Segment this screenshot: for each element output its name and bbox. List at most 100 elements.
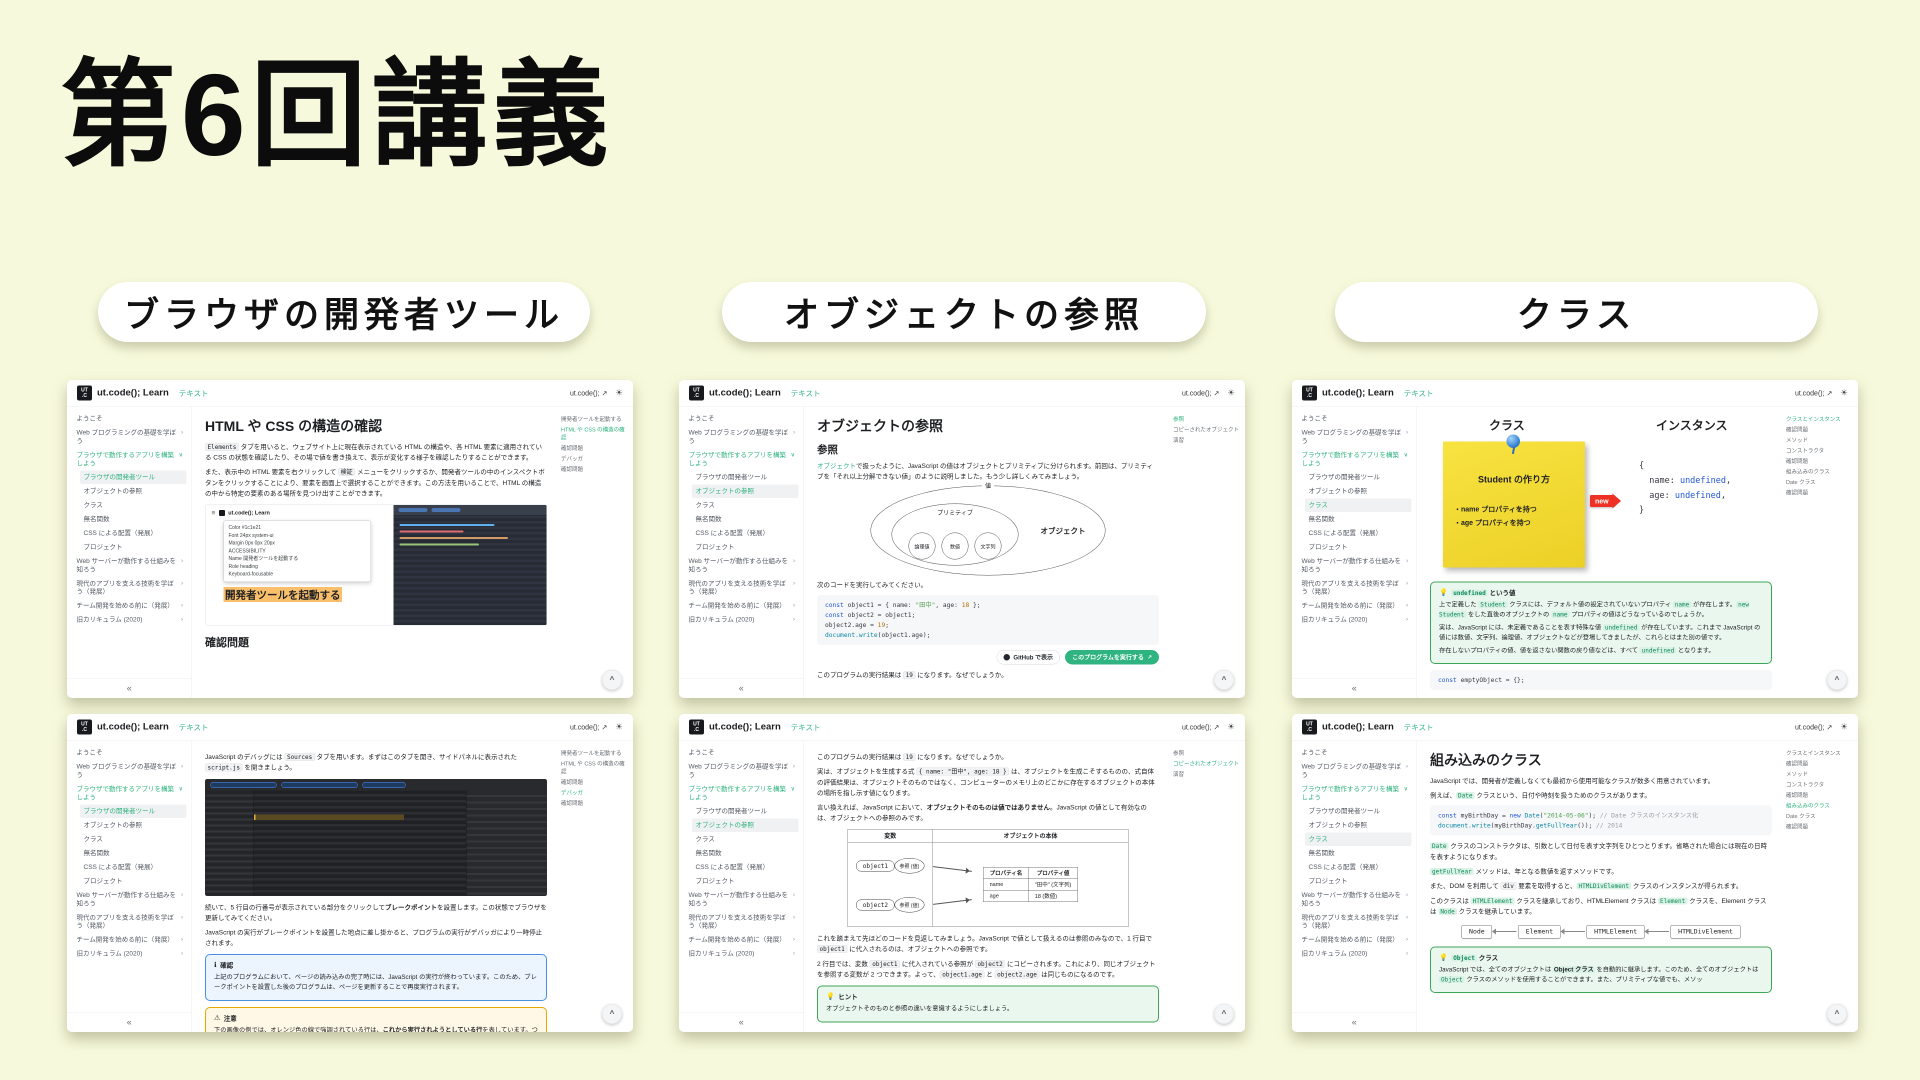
sidebar-item[interactable]: オブジェクトの参照 — [80, 819, 187, 832]
sidebar-collapse-button[interactable]: « — [1292, 1012, 1417, 1032]
site-brand-link[interactable]: ut.code(); Learn — [1322, 388, 1394, 399]
site-brand-link[interactable]: ut.code(); Learn — [97, 388, 169, 399]
toc-link[interactable]: 確認問題 — [561, 445, 628, 453]
run-program-button[interactable]: このプログラムを実行する↗ — [1065, 650, 1159, 665]
light-mode-toggle-icon[interactable]: ☀ — [615, 722, 623, 732]
toc-link[interactable]: デバッガ — [561, 789, 628, 797]
external-site-link[interactable]: ut.code(); ↗ — [1795, 389, 1832, 398]
sidebar-item[interactable]: ブラウザで動作するアプリを構築しよう∨ — [685, 782, 799, 804]
sidebar-item[interactable]: ブラウザの開発者ツール — [80, 471, 187, 484]
sidebar-item[interactable]: CSS による配置（発展） — [1305, 861, 1412, 874]
toc-link[interactable]: 確認問題 — [1786, 458, 1853, 466]
sidebar-item[interactable]: クラス — [80, 833, 187, 846]
sidebar-item[interactable]: プロジェクト — [1305, 874, 1412, 887]
sidebar-collapse-button[interactable]: « — [1292, 678, 1417, 698]
toc-link[interactable]: 演習 — [1173, 771, 1240, 779]
sidebar-item[interactable]: ブラウザの開発者ツール — [692, 471, 799, 484]
sidebar-item[interactable]: オブジェクトの参照 — [1305, 485, 1412, 498]
toc-link[interactable]: メソッド — [1786, 437, 1853, 445]
sidebar-item[interactable]: 旧カリキュラム (2020)› — [685, 613, 799, 626]
external-site-link[interactable]: ut.code(); ↗ — [1182, 389, 1219, 398]
toc-link[interactable]: コンストラクタ — [1786, 781, 1853, 789]
sidebar-item[interactable]: クラス — [692, 499, 799, 512]
sidebar-item[interactable]: プロジェクト — [692, 874, 799, 887]
sidebar-item[interactable]: 旧カリキュラム (2020)› — [73, 947, 187, 960]
light-mode-toggle-icon[interactable]: ☀ — [1227, 388, 1235, 398]
sidebar-item[interactable]: ようこそ — [73, 746, 187, 759]
sidebar-item[interactable]: 現代のアプリを支える技術を学ぼう（発展）› — [685, 911, 799, 933]
sidebar-item[interactable]: チーム開発を始める前に（発展）› — [685, 599, 799, 612]
toc-link[interactable]: クラスとインスタンス — [1786, 750, 1853, 758]
sidebar-item[interactable]: ブラウザで動作するアプリを構築しよう∨ — [685, 448, 799, 470]
external-site-link[interactable]: ut.code(); ↗ — [570, 723, 607, 732]
sidebar-item[interactable]: Web サーバーが動作する仕組みを知ろう› — [1298, 888, 1412, 910]
nav-text-link[interactable]: テキスト — [179, 722, 209, 733]
sidebar-item[interactable]: チーム開発を始める前に（発展）› — [685, 933, 799, 946]
toc-link[interactable]: メソッド — [1786, 771, 1853, 779]
sidebar-item[interactable]: Web プログラミングの基礎を学ぼう› — [1298, 760, 1412, 782]
sidebar-item[interactable]: ブラウザで動作するアプリを構築しよう∨ — [1298, 782, 1412, 804]
sidebar-item[interactable]: Web サーバーが動作する仕組みを知ろう› — [685, 554, 799, 576]
toc-link[interactable]: HTML や CSS の構造の確認 — [561, 426, 628, 442]
light-mode-toggle-icon[interactable]: ☀ — [1840, 388, 1848, 398]
sidebar-item[interactable]: CSS による配置（発展） — [1305, 527, 1412, 540]
sidebar-item[interactable]: 無名関数 — [692, 847, 799, 860]
sidebar-item[interactable]: プロジェクト — [80, 874, 187, 887]
inline-link[interactable]: オブジェクト — [817, 462, 856, 470]
external-site-link[interactable]: ut.code(); ↗ — [1795, 723, 1832, 732]
scroll-top-button[interactable]: ^ — [1827, 670, 1847, 690]
toc-link[interactable]: クラスとインスタンス — [1786, 416, 1853, 424]
sidebar-item[interactable]: 旧カリキュラム (2020)› — [685, 947, 799, 960]
sidebar-collapse-button[interactable]: « — [679, 1012, 804, 1032]
sidebar-item[interactable]: クラス — [1305, 499, 1412, 512]
sidebar-item[interactable]: プロジェクト — [80, 540, 187, 553]
sidebar-item[interactable]: 旧カリキュラム (2020)› — [1298, 613, 1412, 626]
nav-text-link[interactable]: テキスト — [1404, 722, 1434, 733]
sidebar-item[interactable]: ブラウザで動作するアプリを構築しよう∨ — [1298, 448, 1412, 470]
sidebar-item[interactable]: Web サーバーが動作する仕組みを知ろう› — [685, 888, 799, 910]
site-brand-link[interactable]: ut.code(); Learn — [709, 722, 781, 733]
light-mode-toggle-icon[interactable]: ☀ — [1840, 722, 1848, 732]
sidebar-item[interactable]: チーム開発を始める前に（発展）› — [73, 933, 187, 946]
sidebar-item[interactable]: ようこそ — [685, 746, 799, 759]
toc-link[interactable]: 確認問題 — [1786, 426, 1853, 434]
sidebar-collapse-button[interactable]: « — [679, 678, 804, 698]
sidebar-item[interactable]: CSS による配置（発展） — [80, 861, 187, 874]
toc-link[interactable]: 参照 — [1173, 416, 1240, 424]
sidebar-item[interactable]: プロジェクト — [692, 540, 799, 553]
toc-link[interactable]: HTML や CSS の構造の確認 — [561, 760, 628, 776]
toc-link[interactable]: 確認問題 — [561, 466, 628, 474]
toc-link[interactable]: 確認問題 — [1786, 489, 1853, 497]
sidebar-item[interactable]: オブジェクトの参照 — [692, 819, 799, 832]
sidebar-item[interactable]: 旧カリキュラム (2020)› — [1298, 947, 1412, 960]
nav-text-link[interactable]: テキスト — [179, 388, 209, 399]
sidebar-item[interactable]: ブラウザの開発者ツール — [692, 805, 799, 818]
toc-link[interactable]: コピーされたオブジェクト — [1173, 760, 1240, 768]
sidebar-item[interactable]: ようこそ — [73, 412, 187, 425]
site-brand-link[interactable]: ut.code(); Learn — [97, 722, 169, 733]
sidebar-item[interactable]: Web プログラミングの基礎を学ぼう› — [73, 760, 187, 782]
sidebar-item[interactable]: ブラウザの開発者ツール — [1305, 805, 1412, 818]
sidebar-item[interactable]: 現代のアプリを支える技術を学ぼう（発展）› — [73, 911, 187, 933]
sidebar-item[interactable]: チーム開発を始める前に（発展）› — [73, 599, 187, 612]
sidebar-item[interactable]: 旧カリキュラム (2020)› — [73, 613, 187, 626]
sidebar-item[interactable]: CSS による配置（発展） — [692, 861, 799, 874]
nav-text-link[interactable]: テキスト — [1404, 388, 1434, 399]
light-mode-toggle-icon[interactable]: ☀ — [615, 388, 623, 398]
sidebar-item[interactable]: Web サーバーが動作する仕組みを知ろう› — [1298, 554, 1412, 576]
sidebar-item[interactable]: 無名関数 — [1305, 513, 1412, 526]
toc-link[interactable]: 参照 — [1173, 750, 1240, 758]
sidebar-item[interactable]: Web プログラミングの基礎を学ぼう› — [1298, 426, 1412, 448]
sidebar-item[interactable]: Web プログラミングの基礎を学ぼう› — [685, 426, 799, 448]
scroll-top-button[interactable]: ^ — [602, 670, 622, 690]
sidebar-item[interactable]: 無名関数 — [1305, 847, 1412, 860]
sidebar-item[interactable]: Web プログラミングの基礎を学ぼう› — [73, 426, 187, 448]
sidebar-collapse-button[interactable]: « — [67, 678, 192, 698]
sidebar-item[interactable]: ようこそ — [685, 412, 799, 425]
toc-link[interactable]: コピーされたオブジェクト — [1173, 426, 1240, 434]
sidebar-item[interactable]: クラス — [692, 833, 799, 846]
sidebar-item[interactable]: ブラウザの開発者ツール — [80, 805, 187, 818]
sidebar-item[interactable]: ブラウザの開発者ツール — [1305, 471, 1412, 484]
sidebar-item[interactable]: 無名関数 — [80, 513, 187, 526]
external-site-link[interactable]: ut.code(); ↗ — [1182, 723, 1219, 732]
